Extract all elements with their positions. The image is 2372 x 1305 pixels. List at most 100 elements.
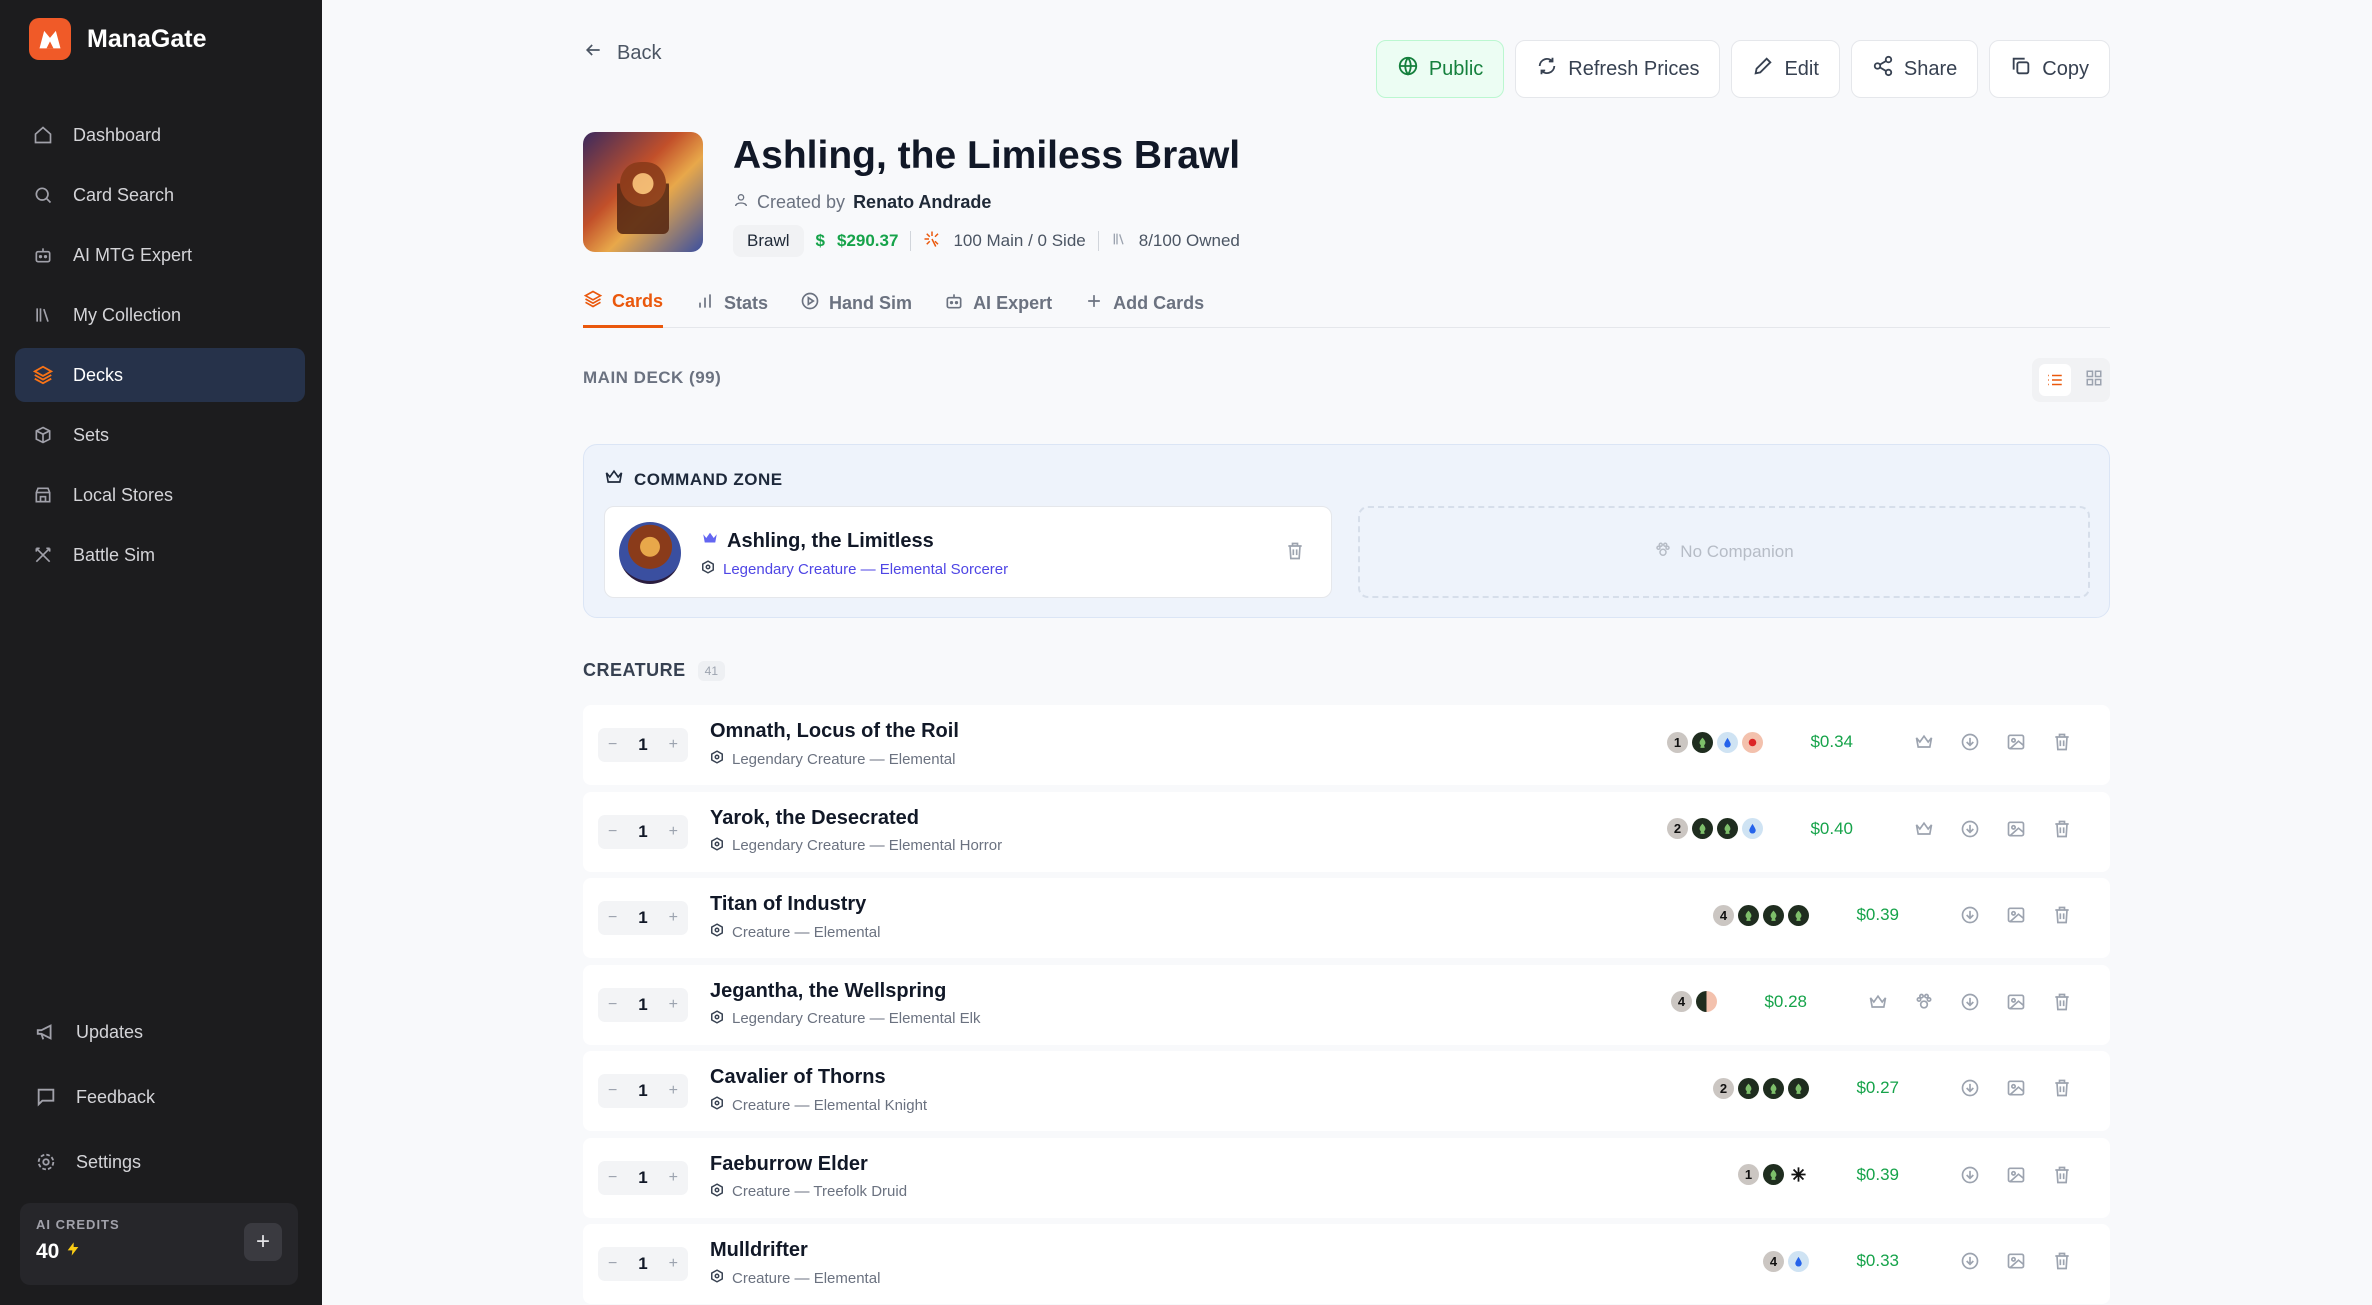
sidebar-item-local-stores[interactable]: Local Stores <box>15 468 305 522</box>
author-name[interactable]: Renato Andrade <box>853 192 991 213</box>
mana-generic-icon: 4 <box>1763 1250 1784 1272</box>
card-row[interactable]: − 1 + Mulldrifter Creature — Elemental 4 $0.33 <box>583 1224 2110 1304</box>
list-view-icon[interactable] <box>2039 364 2071 396</box>
card-row[interactable]: − 1 + Cavalier of Thorns Creature — Elementa… <box>583 1051 2110 1131</box>
plus-icon[interactable]: + <box>669 1169 678 1187</box>
trash-icon[interactable] <box>2049 1162 2075 1188</box>
minus-icon[interactable]: − <box>608 736 617 754</box>
minus-icon[interactable]: − <box>608 1169 617 1187</box>
move-down-icon[interactable] <box>1957 1162 1983 1188</box>
view-toggle <box>2032 358 2110 402</box>
mana-generic-icon: 2 <box>1713 1077 1734 1099</box>
copy-button[interactable]: Copy <box>1989 40 2110 98</box>
grid-view-icon[interactable] <box>2085 369 2103 392</box>
trash-icon[interactable] <box>1285 541 1305 566</box>
tab-stats[interactable]: Stats <box>695 278 768 328</box>
minus-icon[interactable]: − <box>608 1082 617 1100</box>
sidebar-item-decks[interactable]: Decks <box>15 348 305 402</box>
tab-hand-sim[interactable]: Hand Sim <box>800 278 912 328</box>
managate-logo-icon <box>29 18 71 60</box>
move-down-icon[interactable] <box>1957 816 1983 842</box>
public-button[interactable]: Public <box>1375 40 1505 98</box>
card-price: $0.33 <box>1856 1251 1899 1270</box>
trash-icon[interactable] <box>2049 902 2075 928</box>
back-button[interactable]: Back <box>583 40 661 66</box>
trash-icon[interactable] <box>2049 729 2075 755</box>
plus-icon[interactable]: + <box>669 823 678 841</box>
minus-icon[interactable]: − <box>608 909 617 927</box>
set-companion-icon[interactable] <box>1911 989 1937 1015</box>
card-name[interactable]: Cavalier of Thorns <box>710 1066 886 1089</box>
minus-icon[interactable]: − <box>608 1255 617 1273</box>
companion-slot[interactable]: No Companion <box>1358 506 2090 598</box>
plus-icon[interactable]: + <box>669 1082 678 1100</box>
tab-cards[interactable]: Cards <box>583 278 664 328</box>
card-name[interactable]: Mulldrifter <box>710 1239 808 1262</box>
card-name[interactable]: Yarok, the Desecrated <box>710 807 919 830</box>
set-symbol-icon <box>710 836 724 855</box>
trash-icon[interactable] <box>2049 989 2075 1015</box>
page-title: Ashling, the Limiless Brawl <box>733 134 1241 177</box>
set-commander-icon[interactable] <box>1865 989 1891 1015</box>
card-name[interactable]: Titan of Industry <box>710 893 866 916</box>
sidebar-item-updates[interactable]: Updates <box>20 1006 300 1058</box>
plus-icon[interactable]: + <box>669 909 678 927</box>
deck-tabs: Cards Stats Hand Sim AI Expert Add Cards <box>583 278 2110 328</box>
image-icon[interactable] <box>2003 816 2029 842</box>
sidebar-item-card-search[interactable]: Card Search <box>15 168 305 222</box>
mana-green-icon <box>1788 1077 1809 1099</box>
card-name[interactable]: Jegantha, the Wellspring <box>710 980 946 1003</box>
image-icon[interactable] <box>2003 1162 2029 1188</box>
sidebar-item-my-collection[interactable]: My Collection <box>15 288 305 342</box>
move-down-icon[interactable] <box>1957 729 1983 755</box>
card-row[interactable]: − 1 + Faeburrow Elder Creature — Treefolk Dr… <box>583 1137 2110 1218</box>
share-button[interactable]: Share <box>1850 40 1979 98</box>
minus-icon[interactable]: − <box>608 823 617 841</box>
move-down-icon[interactable] <box>1957 1248 1983 1274</box>
minus-icon[interactable]: − <box>608 996 617 1014</box>
creature-section-heading: CREATURE 41 <box>583 660 726 681</box>
card-row[interactable]: − 1 + Titan of Industry Creature — Elemental… <box>583 878 2110 958</box>
trash-icon[interactable] <box>2049 816 2075 842</box>
brand[interactable]: ManaGate <box>29 18 206 60</box>
card-name[interactable]: Faeburrow Elder <box>710 1153 868 1176</box>
owned-count: 8/100 Owned <box>1138 231 1240 250</box>
plus-icon[interactable]: + <box>669 1255 678 1273</box>
image-icon[interactable] <box>2003 1248 2029 1274</box>
set-commander-icon[interactable] <box>1911 816 1937 842</box>
sidebar-item-label: Card Search <box>73 184 175 205</box>
sidebar-item-feedback[interactable]: Feedback <box>20 1071 300 1123</box>
sidebar-item-ai-mtg-expert[interactable]: AI MTG Expert <box>15 228 305 282</box>
sidebar-item-settings[interactable]: Settings <box>20 1136 300 1188</box>
card-row[interactable]: − 1 + Omnath, Locus of the Roil Legendary Cr… <box>583 705 2110 785</box>
move-down-icon[interactable] <box>1957 989 1983 1015</box>
sidebar-item-sets[interactable]: Sets <box>15 408 305 462</box>
set-commander-icon[interactable] <box>1911 729 1937 755</box>
image-icon[interactable] <box>2003 1075 2029 1101</box>
quantity-value: 1 <box>638 821 648 841</box>
trash-icon[interactable] <box>2049 1075 2075 1101</box>
globe-icon <box>1397 55 1419 83</box>
card-name[interactable]: Omnath, Locus of the Roil <box>710 720 959 743</box>
sidebar-item-battle-sim[interactable]: Battle Sim <box>15 528 305 582</box>
plus-icon[interactable]: + <box>669 736 678 754</box>
image-icon[interactable] <box>2003 729 2029 755</box>
sidebar-item-dashboard[interactable]: Dashboard <box>15 108 305 162</box>
arrow-left-icon <box>583 40 603 66</box>
image-icon[interactable] <box>2003 902 2029 928</box>
image-icon[interactable] <box>2003 989 2029 1015</box>
tab-add-cards[interactable]: Add Cards <box>1084 278 1204 328</box>
move-down-icon[interactable] <box>1957 902 1983 928</box>
tab-ai-expert[interactable]: AI Expert <box>944 278 1052 328</box>
move-down-icon[interactable] <box>1957 1075 1983 1101</box>
card-row[interactable]: − 1 + Yarok, the Desecrated Legendary Creatu… <box>583 791 2110 872</box>
plus-icon[interactable]: + <box>669 996 678 1014</box>
edit-button[interactable]: Edit <box>1731 40 1840 98</box>
trash-icon[interactable] <box>2049 1248 2075 1274</box>
refresh-prices-button[interactable]: Refresh Prices <box>1515 40 1721 98</box>
card-row[interactable]: − 1 + Jegantha, the Wellspring Legendary Cre… <box>583 964 2110 1045</box>
commander-card[interactable]: Ashling, the Limitless Legendary Creatur… <box>604 506 1332 598</box>
card-type: Creature — Elemental Knight <box>732 1096 928 1114</box>
add-credits-button[interactable]: + <box>244 1223 282 1261</box>
set-symbol-icon <box>710 923 724 941</box>
